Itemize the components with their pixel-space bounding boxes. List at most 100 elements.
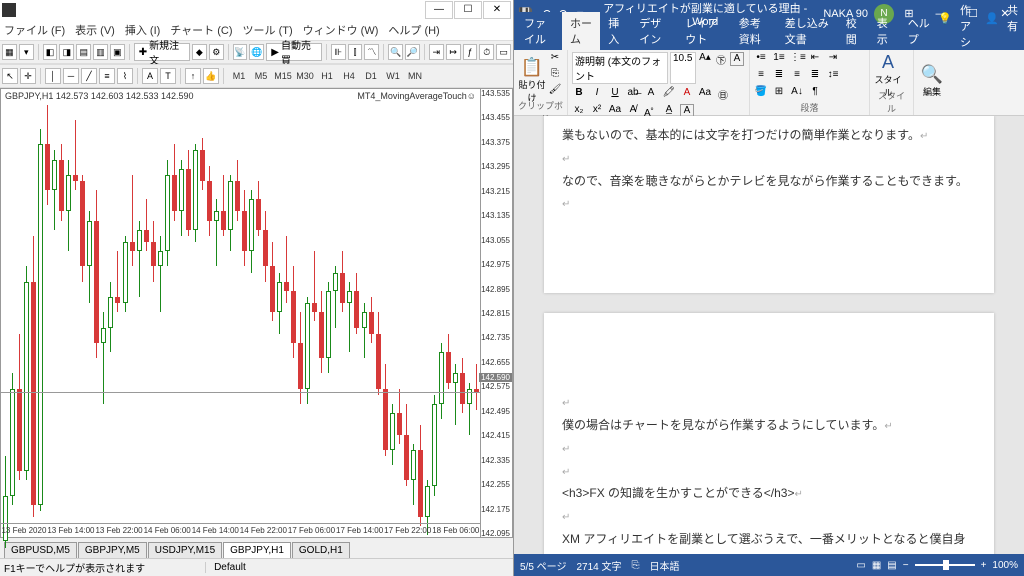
menu-item[interactable]: ファイル (F) xyxy=(4,22,65,38)
cut-icon[interactable]: ✂ xyxy=(548,52,562,66)
increase-indent-icon[interactable]: ⇥ xyxy=(826,52,840,66)
ribbon-tab-9[interactable]: ヘルプ xyxy=(900,12,939,50)
highlight-icon[interactable]: 🖍 xyxy=(662,87,676,101)
channel-icon[interactable]: ≡ xyxy=(99,68,115,84)
language[interactable]: 日本語 xyxy=(650,558,680,573)
data-window-icon[interactable]: ▣ xyxy=(110,44,125,60)
numbering-icon[interactable]: 1≡ xyxy=(772,52,786,66)
multilevel-icon[interactable]: ⋮≡ xyxy=(790,52,804,66)
spell-check-icon[interactable]: ⎘ xyxy=(632,560,640,571)
ribbon-tab-1[interactable]: ホーム xyxy=(562,12,600,50)
periods-icon[interactable]: ⏱ xyxy=(479,44,494,60)
ribbon-tab-3[interactable]: デザイン xyxy=(631,12,677,50)
meta-editor-icon[interactable]: ◆ xyxy=(192,44,207,60)
shading-icon[interactable]: 🪣 xyxy=(754,86,768,100)
menu-item[interactable]: ヘルプ (H) xyxy=(388,22,439,38)
web-layout-icon[interactable]: ▤ xyxy=(887,560,896,571)
crosshair-icon[interactable]: ✛ xyxy=(20,68,36,84)
bold-icon[interactable]: B xyxy=(572,87,586,101)
align-right-icon[interactable]: ≡ xyxy=(790,69,804,83)
share-icon[interactable]: 👤 xyxy=(985,12,999,25)
trendline-icon[interactable]: ╱ xyxy=(81,68,97,84)
zoom-out-button[interactable]: − xyxy=(903,560,909,571)
paste-button[interactable]: 📋貼り付け xyxy=(518,57,546,93)
ribbon-tab-7[interactable]: 校閲 xyxy=(838,12,869,50)
timeframe-M30[interactable]: M30 xyxy=(294,68,316,84)
thumb-icon[interactable]: 👍 xyxy=(203,68,219,84)
bullets-icon[interactable]: •≡ xyxy=(754,52,768,66)
new-order-button[interactable]: ✚新規注文 xyxy=(134,43,190,61)
share-button[interactable]: 共有 xyxy=(1007,2,1018,34)
menu-item[interactable]: チャート (C) xyxy=(170,22,232,38)
shift-icon[interactable]: ↦ xyxy=(446,44,461,60)
menu-item[interactable]: ツール (T) xyxy=(243,22,293,38)
text-effect-icon[interactable]: A xyxy=(644,87,658,101)
label-icon[interactable]: T xyxy=(160,68,176,84)
styles-button[interactable]: Aスタイル xyxy=(874,52,902,88)
zoom-out-icon[interactable]: 🔎 xyxy=(405,44,420,60)
chart-tab[interactable]: GBPJPY,M5 xyxy=(78,542,147,558)
enclose-char-icon[interactable]: ㊐ xyxy=(716,87,730,101)
chart-area[interactable]: GBPJPY,H1 142.573 142.603 142.533 142.59… xyxy=(0,88,513,538)
borders-icon[interactable]: ⊞ xyxy=(772,86,786,100)
indicators-icon[interactable]: ƒ xyxy=(463,44,478,60)
sort-icon[interactable]: A↓ xyxy=(790,86,804,100)
timeframe-M15[interactable]: M15 xyxy=(272,68,294,84)
italic-icon[interactable]: I xyxy=(590,87,604,101)
terminal-icon[interactable]: ▤ xyxy=(76,44,91,60)
timeframe-MN[interactable]: MN xyxy=(404,68,426,84)
ribbon-tab-2[interactable]: 挿入 xyxy=(600,12,631,50)
templates-icon[interactable]: ▭ xyxy=(496,44,511,60)
read-mode-icon[interactable]: ▭ xyxy=(856,560,865,571)
candle-chart-icon[interactable]: ⫿ xyxy=(348,44,363,60)
market-watch-icon[interactable]: ◧ xyxy=(43,44,58,60)
autoscroll-icon[interactable]: ⇥ xyxy=(429,44,444,60)
tester-icon[interactable]: ▥ xyxy=(93,44,108,60)
font-size-select[interactable]: 10.5 xyxy=(670,52,696,84)
copy-icon[interactable]: ⎘ xyxy=(548,68,562,82)
grow-font-icon[interactable]: A▴ xyxy=(698,52,712,66)
ribbon-tab-4[interactable]: レイアウト xyxy=(677,12,731,50)
hline-icon[interactable]: ─ xyxy=(63,68,79,84)
zoom-in-button[interactable]: + xyxy=(981,560,987,571)
chart-tab[interactable]: GOLD,H1 xyxy=(292,542,350,558)
close-button[interactable]: ✕ xyxy=(483,1,511,19)
strikethrough-icon[interactable]: ab̶ xyxy=(626,87,640,101)
signals-icon[interactable]: 📡 xyxy=(233,44,248,60)
timeframe-H1[interactable]: H1 xyxy=(316,68,338,84)
fibo-icon[interactable]: ⌇ xyxy=(117,68,133,84)
chart-tab[interactable]: GBPUSD,M5 xyxy=(4,542,77,558)
menu-item[interactable]: 表示 (V) xyxy=(75,22,115,38)
maximize-button[interactable]: ☐ xyxy=(454,1,482,19)
zoom-in-icon[interactable]: 🔍 xyxy=(388,44,403,60)
decrease-indent-icon[interactable]: ⇤ xyxy=(808,52,822,66)
page-number[interactable]: 5/5 ページ xyxy=(520,558,566,573)
word-count[interactable]: 2714 文字 xyxy=(576,558,621,573)
tell-me-icon[interactable]: 💡 xyxy=(938,12,952,25)
zoom-slider[interactable] xyxy=(915,564,975,566)
chart-tab[interactable]: GBPJPY,H1 xyxy=(223,542,291,558)
ribbon-tab-8[interactable]: 表示 xyxy=(869,12,900,50)
cursor-icon[interactable]: ↖ xyxy=(2,68,18,84)
char-border-icon[interactable]: A xyxy=(730,52,744,66)
arrow-icon[interactable]: ↑ xyxy=(185,68,201,84)
minimize-button[interactable]: — xyxy=(425,1,453,19)
font-color-icon[interactable]: A xyxy=(680,87,694,101)
auto-trade-button[interactable]: ▶自動売買 xyxy=(266,43,322,61)
market-icon[interactable]: 🌐 xyxy=(249,44,264,60)
ribbon-tab-6[interactable]: 差し込み文書 xyxy=(777,12,838,50)
new-chart-icon[interactable]: ▦ xyxy=(2,44,17,60)
tell-me-label[interactable]: 操作アシ xyxy=(960,0,977,50)
timeframe-M1[interactable]: M1 xyxy=(228,68,250,84)
timeframe-H4[interactable]: H4 xyxy=(338,68,360,84)
document-area[interactable]: 業もないので、基本的には文字を打つだけの簡単作業となります。 なので、音楽を聴き… xyxy=(514,116,1024,554)
chart-tab[interactable]: USDJPY,M15 xyxy=(148,542,222,558)
text-icon[interactable]: A xyxy=(142,68,158,84)
mt4-menubar[interactable]: ファイル (F)表示 (V)挿入 (I)チャート (C)ツール (T)ウィンドウ… xyxy=(0,20,513,40)
navigator-icon[interactable]: ◨ xyxy=(59,44,74,60)
ribbon-tab-5[interactable]: 参考資料 xyxy=(731,12,777,50)
underline-icon[interactable]: U xyxy=(608,87,622,101)
show-marks-icon[interactable]: ¶ xyxy=(808,86,822,100)
timeframe-D1[interactable]: D1 xyxy=(360,68,382,84)
line-chart-icon[interactable]: 〽 xyxy=(364,44,379,60)
